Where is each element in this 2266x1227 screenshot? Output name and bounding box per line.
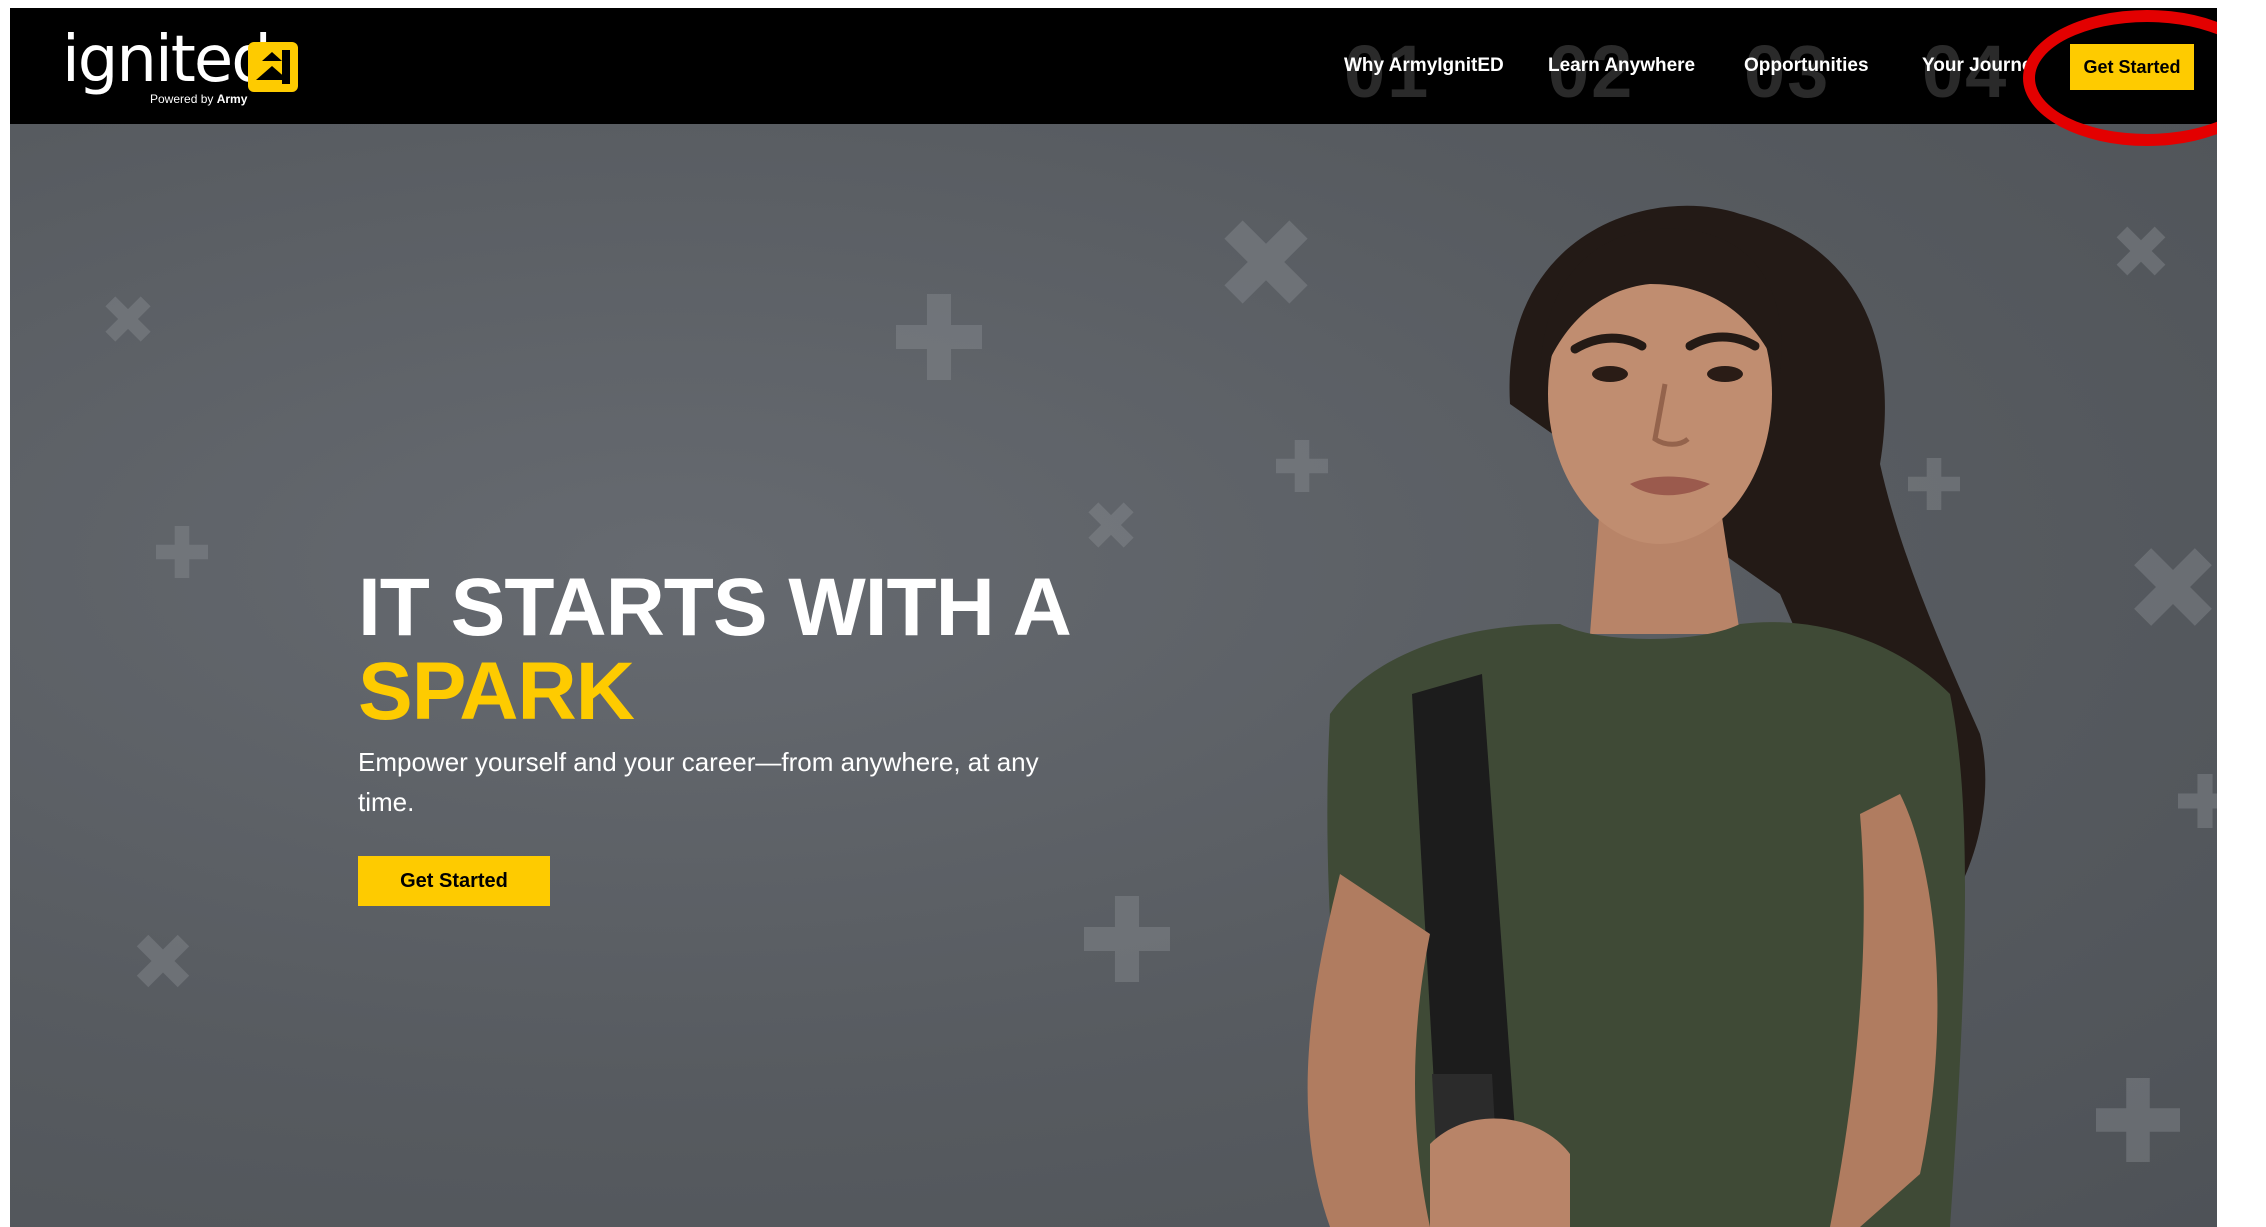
nav-item-your-journey[interactable]: 04 Your Journe [1922,8,2030,124]
decorative-cross-icon [2112,526,2217,648]
nav-get-started-button[interactable]: Get Started [2070,44,2194,90]
ignited-logo[interactable]: ignited Powered by Army [62,24,322,114]
decorative-cross-icon [122,920,204,1002]
logo-tagline: Powered by Army [150,92,247,106]
hero-headline: IT STARTS WITH A SPARK [358,566,1118,734]
hero-get-started-button[interactable]: Get Started [358,856,550,906]
hero-section: IT STARTS WITH A SPARK Empower yourself … [10,124,2217,1227]
nav-label: Your Journe [1922,55,2030,76]
logo-wordmark: ignited [62,23,272,97]
top-navigation-bar: ignited Powered by Army 01 Why ArmyIgnit… [10,8,2217,124]
nav-label: Learn Anywhere [1548,55,1696,76]
headline-line-1: IT STARTS WITH A [358,562,1072,653]
decorative-cross-icon [93,284,164,355]
decorative-plus-icon [2178,774,2217,828]
logo-tagline-prefix: Powered by [150,92,214,106]
decorative-plus-icon [896,294,982,380]
hero-student-photo [1180,174,2050,1227]
nav-label: Why ArmyIgnitED [1344,55,1504,76]
hero-subtext: Empower yourself and your career—from an… [358,747,1039,817]
page: ignited Powered by Army 01 Why ArmyIgnit… [10,8,2217,1227]
decorative-plus-icon [156,526,208,578]
decorative-plus-icon [1084,896,1170,982]
decorative-plus-icon [2096,1078,2180,1162]
nav-label: Opportunities [1744,55,1869,76]
decorative-cross-icon [2103,213,2179,289]
logo-tagline-brand: Army [216,92,248,106]
headline-accent-word: SPARK [358,646,635,737]
decorative-cross-icon [1076,490,1147,561]
hero-text-block: IT STARTS WITH A SPARK Empower yourself … [358,566,1118,906]
spark-chevron-icon [248,42,298,92]
